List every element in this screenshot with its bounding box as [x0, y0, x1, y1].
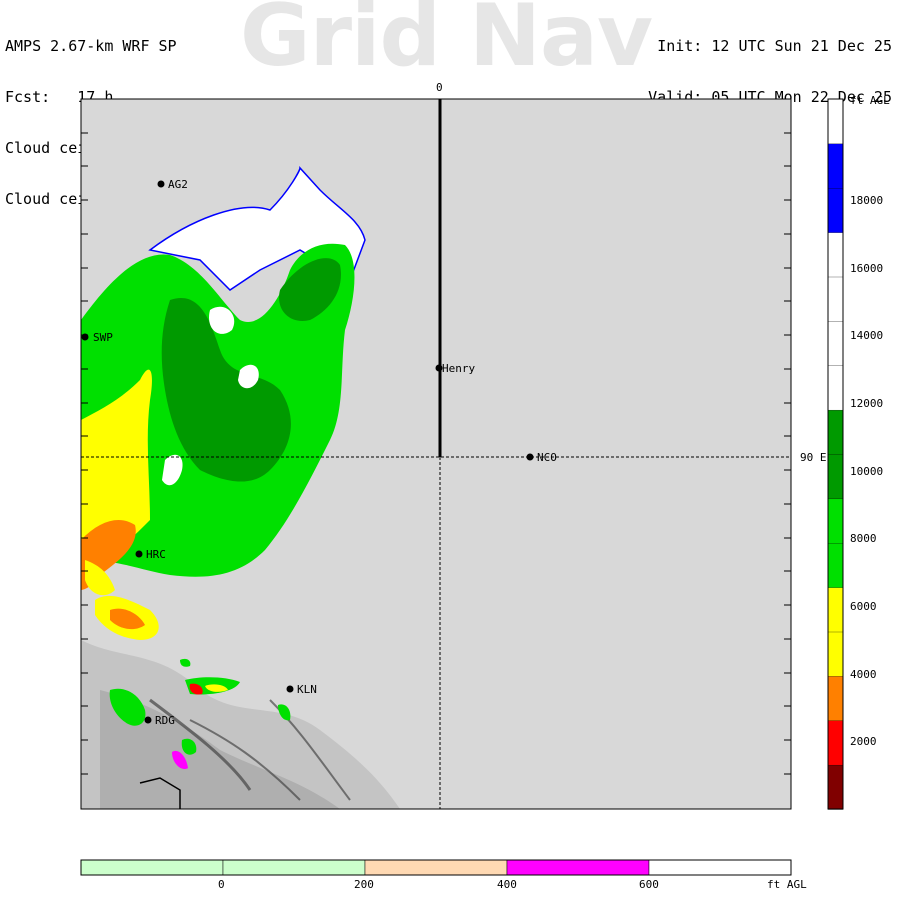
colorbar-tick: 4000: [850, 668, 877, 681]
bottom-tick: 0: [218, 878, 225, 891]
colorbar-tick: 10000: [850, 465, 883, 478]
bottom-colorbar: 0 200 400 600 ft AGL: [80, 859, 807, 891]
bottom-colorbar-segment: [648, 859, 792, 876]
colorbar-segment: [827, 586, 844, 633]
bottom-tick: 200: [354, 878, 374, 891]
colorbar-units: ft AGL: [850, 94, 890, 107]
colorbar-tick: 14000: [850, 329, 883, 342]
top-meridian-label: 0: [436, 81, 443, 94]
bottom-tick: 600: [639, 878, 659, 891]
colorbar-segment: [827, 498, 844, 544]
bottom-units: ft AGL: [767, 878, 807, 891]
colorbar-segment: [827, 187, 844, 233]
colorbar-segment: [827, 276, 844, 322]
colorbar-segment: [827, 720, 844, 766]
svg-text:KLN: KLN: [297, 683, 317, 696]
colorbar-segment: [827, 453, 844, 500]
bottom-colorbar-segment: [364, 859, 508, 876]
svg-text:RDG: RDG: [155, 714, 175, 727]
bottom-colorbar-segment: [222, 859, 366, 876]
svg-text:NCO: NCO: [537, 451, 557, 464]
colorbar-segment: [827, 409, 844, 455]
colorbar-segments: [827, 98, 844, 810]
svg-text:HRC: HRC: [146, 548, 166, 561]
colorbar-tick: 16000: [850, 262, 883, 275]
colorbar-segment: [827, 320, 844, 366]
right-meridian-label: 90 E: [800, 451, 827, 464]
map-panel: 0 90 E AG2 SWP Henry NCO HRC KLN RDG: [80, 81, 827, 810]
colorbar-tick: 8000: [850, 532, 877, 545]
colorbar-tick: 18000: [850, 194, 883, 207]
svg-text:Henry: Henry: [442, 362, 475, 375]
bottom-colorbar-segment: [80, 859, 224, 876]
colorbar-segment: [827, 98, 844, 145]
colorbar: ft AGL 18000 16000 14000 12000 10000 800…: [827, 94, 890, 810]
svg-text:SWP: SWP: [93, 331, 113, 344]
colorbar-segment: [827, 231, 844, 278]
map-svg: 0 90 E AG2 SWP Henry NCO HRC KLN RDG ft …: [80, 81, 890, 891]
svg-text:AG2: AG2: [168, 178, 188, 191]
bottom-tick: 400: [497, 878, 517, 891]
colorbar-segment: [827, 143, 844, 189]
colorbar-segment: [827, 631, 844, 677]
colorbar-tick: 2000: [850, 735, 877, 748]
bottom-colorbar-segments: [80, 859, 792, 876]
bottom-colorbar-segment: [506, 859, 650, 876]
colorbar-segment: [827, 675, 844, 721]
colorbar-segment: [827, 365, 844, 411]
colorbar-tick: 6000: [850, 600, 877, 613]
station-Henry[interactable]: Henry: [435, 362, 476, 375]
colorbar-segment: [827, 542, 844, 588]
colorbar-segment: [827, 764, 844, 810]
colorbar-tick: 12000: [850, 397, 883, 410]
